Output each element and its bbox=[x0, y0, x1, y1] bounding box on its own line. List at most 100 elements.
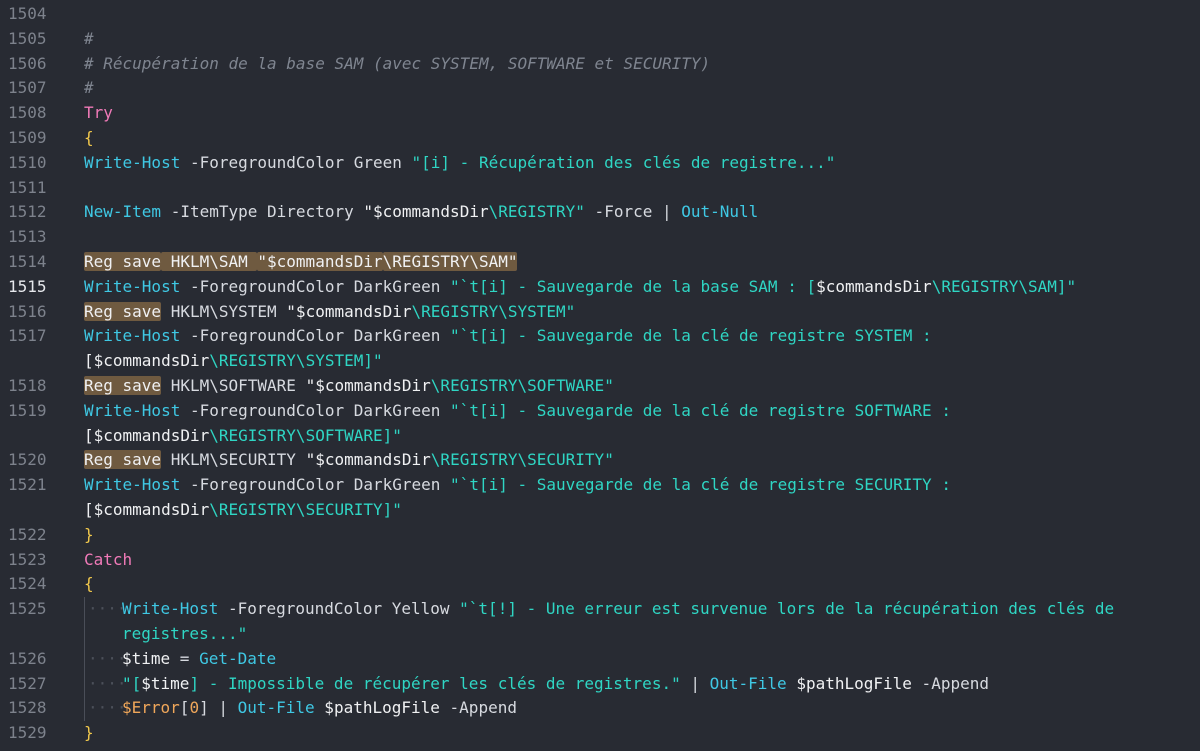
code-line[interactable]: 1516 Reg save HKLM\SYSTEM "$commandsDir\R… bbox=[0, 300, 1200, 325]
line-code: Write-Host -ForegroundColor Green "[i] -… bbox=[84, 151, 835, 176]
code-token: registres..." bbox=[122, 624, 248, 643]
code-token: -Append bbox=[911, 673, 989, 693]
line-number: 1509 bbox=[8, 128, 47, 147]
code-token: Out-File bbox=[709, 673, 787, 693]
code-line[interactable]: 1520 Reg save HKLM\SECURITY "$commandsDir… bbox=[0, 448, 1200, 473]
code-token: $time bbox=[122, 648, 171, 668]
code-line[interactable]: 1526 $time = Get-Date ···· bbox=[0, 647, 1200, 672]
line-code: Write-Host -ForegroundColor DarkGreen "`… bbox=[84, 324, 932, 349]
line-code-wrap: [$commandsDir\REGISTRY\SYSTEM]" bbox=[84, 349, 383, 374]
code-token: -ForegroundColor DarkGreen bbox=[180, 276, 451, 296]
code-line[interactable]: 1525 Write-Host -ForegroundColor Yellow "… bbox=[0, 597, 1200, 622]
code-token: $pathLogFile bbox=[786, 673, 912, 693]
code-line[interactable]: 1514 Reg save HKLM\SAM "$commandsDir\REGI… bbox=[0, 250, 1200, 275]
code-token: -ForegroundColor Yellow bbox=[218, 599, 460, 619]
code-token: # bbox=[84, 78, 94, 98]
code-token: { bbox=[84, 128, 94, 147]
line-code: Write-Host -ForegroundColor Yellow "`t[!… bbox=[122, 597, 1114, 622]
line-code: $Error[0] | Out-File $pathLogFile -Appen… bbox=[122, 696, 517, 721]
code-line[interactable]: 1509 { bbox=[0, 126, 1200, 151]
code-line-wrap[interactable]: [$commandsDir\REGISTRY\SECURITY]" bbox=[0, 498, 1200, 523]
code-line[interactable]: 1528 $Error[0] | Out-File $pathLogFile -A… bbox=[0, 696, 1200, 721]
code-token: $pathLogFile bbox=[314, 698, 440, 718]
code-token: -ForegroundColor DarkGreen bbox=[180, 400, 451, 420]
code-token: Reg save bbox=[84, 301, 162, 321]
code-line[interactable]: 1517 Write-Host -ForegroundColor DarkGree… bbox=[0, 324, 1200, 349]
code-token: -ForegroundColor DarkGreen bbox=[180, 475, 451, 495]
code-line[interactable]: 1504 bbox=[0, 2, 1200, 27]
indent-dots: ···· bbox=[88, 673, 127, 693]
code-line[interactable]: 1523 Catch bbox=[0, 548, 1200, 573]
code-token: | bbox=[680, 673, 710, 693]
line-number: 1523 bbox=[8, 549, 47, 569]
code-line[interactable]: 1522} bbox=[0, 523, 1200, 548]
code-line[interactable]: 1518 Reg save HKLM\SOFTWARE "$commandsDir… bbox=[0, 374, 1200, 399]
line-number: 1524 bbox=[8, 574, 47, 594]
code-token: "$commandsDir bbox=[305, 376, 431, 395]
code-token: \REGISTRY\SYSTEM" bbox=[411, 301, 576, 321]
line-number: 1511 bbox=[8, 177, 47, 197]
line-number: 1520 bbox=[8, 450, 47, 470]
code-line[interactable]: 1515 Write-Host -ForegroundColor DarkGree… bbox=[0, 275, 1200, 300]
line-code: } bbox=[84, 523, 94, 548]
code-token: "`t[i] - Sauvegarde de la clé de registr… bbox=[450, 326, 932, 346]
line-number: 1513 bbox=[8, 227, 47, 247]
code-token: -ForegroundColor DarkGreen bbox=[180, 326, 451, 346]
code-line[interactable]: 1512 New-Item -ItemType Directory "$comma… bbox=[0, 200, 1200, 225]
code-line[interactable]: 1507 # bbox=[0, 76, 1200, 101]
code-line-wrap[interactable]: registres..." bbox=[0, 622, 1200, 647]
code-line[interactable]: 1524 { bbox=[0, 572, 1200, 597]
code-line-wrap[interactable]: [$commandsDir\REGISTRY\SOFTWARE]" bbox=[0, 424, 1200, 449]
code-token: HKLM\SAM bbox=[161, 252, 258, 271]
code-line[interactable]: 1511 bbox=[0, 176, 1200, 201]
code-token: \REGISTRY\SYSTEM]" bbox=[209, 351, 383, 371]
code-token: "`t[i] - Sauvegarde de la clé de registr… bbox=[450, 475, 951, 495]
code-token: Reg save bbox=[84, 376, 162, 395]
code-token: Try bbox=[84, 103, 113, 123]
line-number: 1527 bbox=[8, 673, 47, 693]
code-editor[interactable]: 1504 1505 #1506 # Récupération de la base S… bbox=[0, 0, 1200, 751]
code-token: Write-Host bbox=[84, 400, 181, 420]
line-code: Reg save HKLM\SOFTWARE "$commandsDir\REG… bbox=[84, 374, 614, 399]
code-token: Get-Date bbox=[199, 648, 277, 668]
line-code: # bbox=[84, 76, 94, 101]
code-token: $Error bbox=[122, 698, 180, 718]
code-line[interactable]: 1508 Try bbox=[0, 101, 1200, 126]
code-token: \REGISTRY\SECURITY" bbox=[430, 450, 614, 470]
code-token: ] - Impossible de récupérer les clés de … bbox=[189, 673, 681, 693]
code-token: [$commandsDir bbox=[84, 500, 210, 519]
line-number: 1518 bbox=[8, 376, 47, 395]
line-code: } bbox=[84, 721, 94, 746]
code-line[interactable]: 1527 "[$time] - Impossible de récupérer l… bbox=[0, 672, 1200, 697]
line-code: Write-Host -ForegroundColor DarkGreen "`… bbox=[84, 473, 951, 498]
code-line[interactable]: 1505 # bbox=[0, 27, 1200, 52]
code-token: Out-Null bbox=[681, 202, 759, 222]
line-number: 1505 bbox=[8, 28, 47, 48]
code-line-wrap[interactable]: [$commandsDir\REGISTRY\SYSTEM]" bbox=[0, 349, 1200, 374]
code-line[interactable]: 1510 Write-Host -ForegroundColor Green "[… bbox=[0, 151, 1200, 176]
code-line[interactable]: 1519 Write-Host -ForegroundColor DarkGree… bbox=[0, 399, 1200, 424]
line-number: 1515 bbox=[8, 276, 47, 296]
code-token: Write-Host bbox=[84, 152, 181, 172]
line-code: "[$time] - Impossible de récupérer les c… bbox=[122, 672, 989, 697]
code-line[interactable]: 1506 # Récupération de la base SAM (avec … bbox=[0, 52, 1200, 77]
code-token: \REGISTRY\SAM]" bbox=[931, 276, 1077, 296]
code-token: HKLM\SOFTWARE bbox=[161, 376, 306, 395]
indent-dots: ···· bbox=[88, 698, 127, 718]
code-line[interactable]: 1521 Write-Host -ForegroundColor DarkGree… bbox=[0, 473, 1200, 498]
line-code: { bbox=[84, 572, 94, 597]
code-line[interactable]: 1529} bbox=[0, 721, 1200, 746]
code-token: [$commandsDir bbox=[84, 351, 210, 371]
line-code: Reg save HKLM\SYSTEM "$commandsDir\REGIS… bbox=[84, 300, 575, 325]
line-number: 1506 bbox=[8, 53, 47, 73]
code-token: HKLM\SECURITY bbox=[161, 450, 306, 470]
line-number: 1507 bbox=[8, 78, 47, 98]
line-code: # Récupération de la base SAM (avec SYST… bbox=[84, 52, 710, 77]
indent-dots: ···· bbox=[88, 648, 127, 668]
code-token: \REGISTRY\SOFTWARE]" bbox=[209, 425, 402, 445]
code-token: -ItemType Directory bbox=[161, 202, 364, 222]
code-line[interactable]: 1513 bbox=[0, 225, 1200, 250]
line-number: 1526 bbox=[8, 648, 47, 668]
line-code-wrap: [$commandsDir\REGISTRY\SOFTWARE]" bbox=[84, 424, 402, 449]
line-code-wrap: [$commandsDir\REGISTRY\SECURITY]" bbox=[84, 498, 402, 523]
